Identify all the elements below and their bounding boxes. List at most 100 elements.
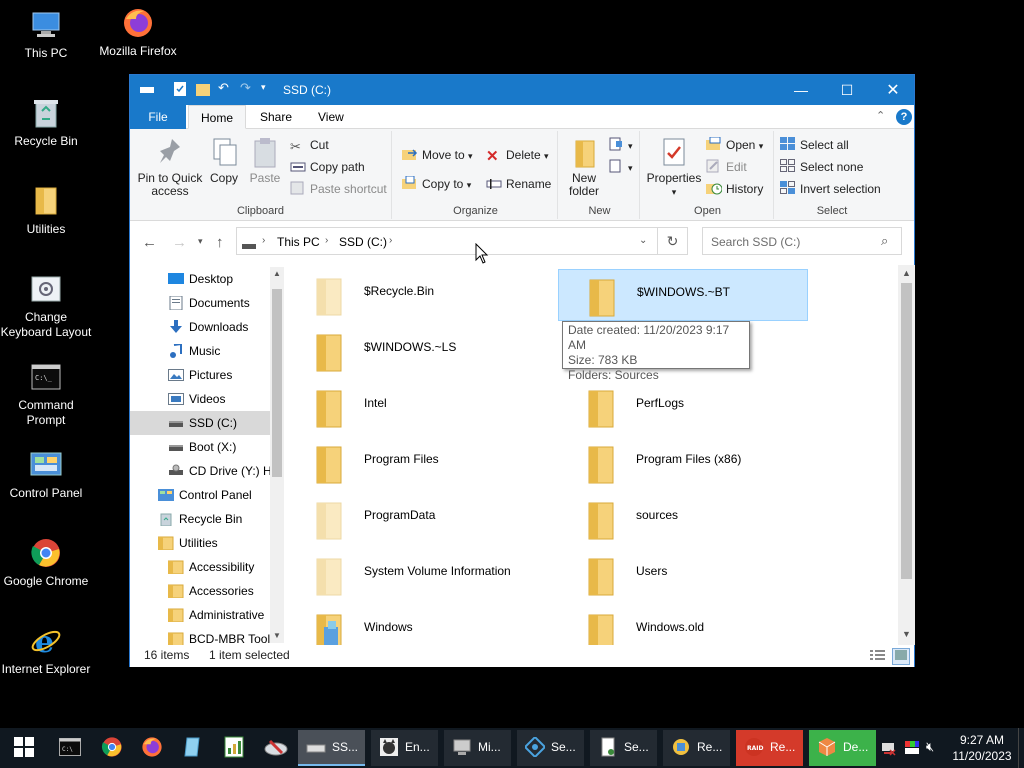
recent-locations-button[interactable]: ▾ — [198, 236, 203, 247]
tab-file[interactable]: File — [130, 105, 186, 129]
scroll-up-icon[interactable]: ▲ — [273, 269, 281, 278]
scroll-up-icon[interactable]: ▲ — [902, 268, 911, 278]
taskbar-app-button[interactable]: Mi... — [444, 730, 511, 766]
desktop-icon-utilities[interactable]: Utilities — [0, 184, 92, 237]
desktop-icon-this-pc[interactable]: This PC — [0, 8, 92, 61]
refresh-button[interactable]: ↻ — [658, 227, 688, 255]
file-item[interactable]: Users — [558, 549, 808, 601]
desktop-icon-firefox[interactable]: Mozilla Firefox — [92, 6, 184, 59]
file-item[interactable]: System Volume Information — [286, 549, 536, 601]
taskbar-pin-command-prompt[interactable]: C:\ — [50, 728, 90, 768]
sidebar-item-accessories[interactable]: Accessories — [130, 579, 270, 603]
address-bar[interactable]: › This PC › SSD (C:) › ⌄ — [236, 227, 658, 255]
delete-button[interactable]: ✕ Delete ▾ — [486, 145, 549, 165]
up-button[interactable]: ↑ — [216, 234, 224, 251]
new-folder-button[interactable]: New folder — [564, 135, 604, 198]
move-to-button[interactable]: Move to ▾ — [402, 145, 473, 165]
taskbar-app-button[interactable]: En... — [371, 730, 438, 766]
taskbar-app-button[interactable]: SS... — [298, 730, 365, 766]
desktop-icon-command-prompt[interactable]: C:\_ Command Prompt — [0, 360, 92, 428]
select-all-button[interactable]: Select all — [780, 135, 849, 155]
sidebar-item-ssd-c[interactable]: SSD (C:) — [130, 411, 270, 435]
tab-view[interactable]: View — [306, 105, 356, 129]
file-item[interactable]: sources — [558, 493, 808, 545]
breadcrumb-ssd[interactable]: SSD (C:) — [339, 235, 387, 249]
desktop-icon-recycle-bin[interactable]: Recycle Bin — [0, 96, 92, 149]
properties-icon[interactable] — [174, 82, 186, 99]
sidebar-item-documents[interactable]: Documents — [130, 291, 270, 315]
desktop-icon-control-panel[interactable]: Control Panel — [0, 448, 92, 501]
new-folder-icon[interactable] — [196, 82, 210, 99]
large-icons-view-icon[interactable] — [892, 648, 910, 665]
sidebar-item-desktop[interactable]: Desktop — [130, 267, 270, 291]
scroll-down-icon[interactable]: ▼ — [902, 629, 911, 639]
content-scroll-thumb[interactable] — [901, 283, 912, 579]
forward-button[interactable]: → — [172, 234, 187, 251]
file-item[interactable]: $Recycle.Bin — [286, 269, 536, 321]
file-item[interactable]: Intel — [286, 381, 536, 433]
taskbar-pin-disk-tool[interactable] — [256, 728, 296, 768]
sidebar-item-recycle-bin[interactable]: Recycle Bin — [130, 507, 270, 531]
sidebar-item-music[interactable]: Music — [130, 339, 270, 363]
taskbar-pin-firefox[interactable] — [132, 728, 172, 768]
cut-button[interactable]: ✂ Cut — [290, 135, 329, 155]
maximize-button[interactable]: ☐ — [824, 75, 870, 105]
scroll-down-icon[interactable]: ▼ — [273, 631, 281, 640]
sidebar-item-boot-x[interactable]: Boot (X:) — [130, 435, 270, 459]
title-bar[interactable]: ↶ ↷ ▾ SSD (C:) — ☐ ✕ — [130, 75, 914, 105]
sidebar-item-administrative[interactable]: Administrative — [130, 603, 270, 627]
start-button[interactable] — [4, 728, 44, 768]
file-item[interactable]: ProgramData — [286, 493, 536, 545]
rename-button[interactable]: Rename — [486, 174, 551, 194]
tab-home[interactable]: Home — [188, 105, 247, 129]
file-item[interactable]: $WINDOWS.~BT — [558, 269, 808, 321]
taskbar-pin-chrome[interactable] — [92, 728, 132, 768]
desktop-icon-keyboard-layout[interactable]: Change Keyboard Layout — [0, 272, 92, 340]
file-item[interactable]: Windows — [286, 605, 536, 645]
history-button[interactable]: History — [706, 179, 763, 199]
file-item[interactable]: Windows.old — [558, 605, 808, 645]
show-desktop-button[interactable] — [1018, 728, 1024, 768]
sidebar-item-utilities[interactable]: Utilities — [130, 531, 270, 555]
tab-share[interactable]: Share — [248, 105, 304, 129]
easy-access-button[interactable]: ▾ — [608, 157, 633, 177]
network-tray-icon[interactable] — [880, 740, 896, 759]
file-item[interactable]: Program Files (x86) — [558, 437, 808, 489]
invert-selection-button[interactable]: Invert selection — [780, 179, 881, 199]
pin-to-quick-access-button[interactable]: Pin to Quick access — [136, 135, 204, 198]
back-button[interactable]: ← — [142, 234, 157, 251]
display-tray-icon[interactable] — [904, 740, 920, 759]
select-none-button[interactable]: Select none — [780, 157, 863, 177]
sidebar-item-cd-drive-y-h[interactable]: CD Drive (Y:) H — [130, 459, 272, 483]
copy-path-button[interactable]: Copy path — [290, 157, 365, 177]
collapse-ribbon-icon[interactable]: ⌃ — [876, 109, 885, 122]
redo-icon[interactable]: ↷ — [240, 80, 251, 96]
paste-shortcut-button[interactable]: Paste shortcut — [290, 179, 387, 199]
taskbar-pin-notepad[interactable] — [173, 728, 213, 768]
customize-toolbar-icon[interactable]: ▾ — [261, 82, 266, 93]
search-input[interactable]: Search SSD (C:) — [711, 235, 800, 249]
properties-button[interactable]: Properties ▾ — [646, 135, 702, 199]
sidebar-item-videos[interactable]: Videos — [130, 387, 270, 411]
sidebar-item-accessibility[interactable]: Accessibility — [130, 555, 270, 579]
details-view-icon[interactable] — [870, 649, 886, 664]
sidebar-item-bcd-mbr-tool[interactable]: BCD-MBR Tool — [130, 627, 270, 645]
taskbar-app-button[interactable]: Se... — [590, 730, 657, 766]
navigation-scrollbar[interactable]: ▲ ▼ — [270, 267, 284, 643]
new-item-button[interactable]: ▾ — [608, 135, 633, 155]
copy-button[interactable]: Copy — [206, 135, 242, 185]
taskbar-app-button[interactable]: Re... — [663, 730, 730, 766]
desktop-icon-internet-explorer[interactable]: e Internet Explorer — [0, 624, 92, 677]
clock[interactable]: 9:27 AM 11/20/2023 — [946, 732, 1018, 764]
file-item[interactable]: $WINDOWS.~LS — [286, 325, 536, 377]
sidebar-item-control-panel[interactable]: Control Panel — [130, 483, 270, 507]
desktop-icon-chrome[interactable]: Google Chrome — [0, 536, 92, 589]
chevron-down-icon[interactable]: ⌄ — [639, 235, 647, 246]
edit-button[interactable]: Edit — [706, 157, 747, 177]
sidebar-item-downloads[interactable]: Downloads — [130, 315, 270, 339]
volume-muted-icon[interactable]: 🔇︎ — [926, 739, 934, 755]
paste-button[interactable]: Paste — [246, 135, 284, 185]
undo-icon[interactable]: ↶ — [218, 80, 229, 96]
taskbar-app-button[interactable]: De... — [809, 730, 876, 766]
close-button[interactable]: ✕ — [870, 75, 916, 105]
